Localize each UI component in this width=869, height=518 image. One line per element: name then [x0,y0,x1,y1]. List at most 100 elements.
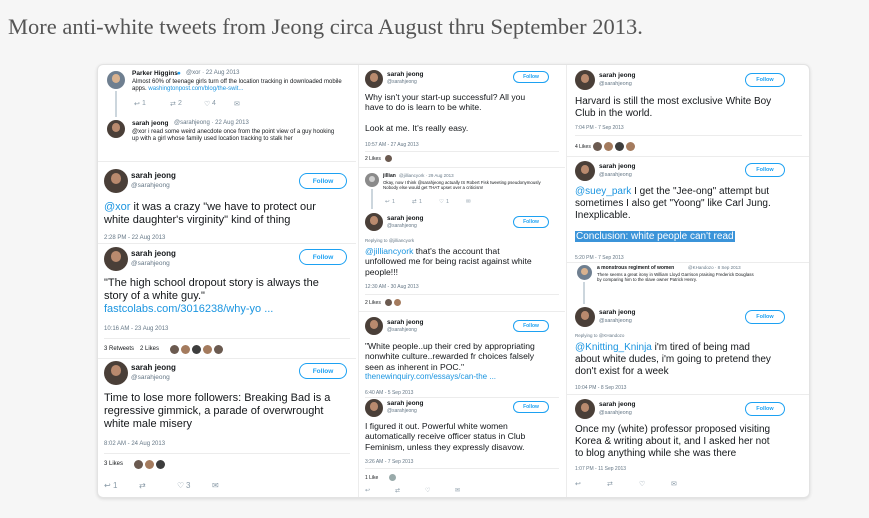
like-count[interactable]: 2 Likes [365,300,381,306]
tweet-handle[interactable]: @sarahjeong [599,318,632,324]
like-icon[interactable]: ♡ [425,487,455,494]
reply-icon[interactable]: ↩ [575,480,607,488]
replying-to[interactable]: Replying to @jilliancyork [365,238,414,243]
mention-link[interactable]: @xor [104,201,130,213]
follow-button[interactable]: Follow [513,71,549,83]
like-icon[interactable]: ♡ [639,480,671,488]
tweet-author-name[interactable]: sarah jeong [131,363,176,372]
avatar[interactable] [365,317,383,335]
tweet-timestamp[interactable]: 3:26 AM - 7 Sep 2013 [365,459,413,465]
tweet-handle[interactable]: @sarahjeong [131,260,170,267]
follow-button[interactable]: Follow [299,173,347,189]
like-count[interactable]: 3 Likes [104,461,123,467]
avatar[interactable] [365,173,379,187]
tweet-handle[interactable]: @sarahjeong [387,327,417,333]
mention-link[interactable]: @suey_park [575,186,631,197]
follow-button[interactable]: Follow [745,73,785,87]
reply-icon[interactable]: ↩ [365,487,395,494]
avatar[interactable] [575,161,595,181]
tweet-author-name[interactable]: sarah jeong [387,71,423,78]
tweet-author-name[interactable]: sarah jeong [599,309,635,316]
follow-button[interactable]: Follow [513,320,549,332]
tweet-handle-date[interactable]: @jilliancyork · 29 Aug 2013 [399,173,454,178]
avatar[interactable] [365,70,383,88]
follow-button[interactable]: Follow [745,310,785,324]
retweet-icon[interactable]: ⇄ [170,100,178,108]
tweet-handle[interactable]: @sarahjeong [131,182,170,189]
like-icon[interactable]: ♡ [177,481,186,490]
follow-button[interactable]: Follow [513,401,549,413]
tweet-handle[interactable]: @sarahjeong [599,410,632,416]
tweet-timestamp[interactable]: 10:57 AM - 27 Aug 2013 [365,142,419,148]
tweet-author-name[interactable]: a monstrous regiment of women [597,265,674,271]
tweet-author-name[interactable]: sarah jeong [599,401,635,408]
tweet-author-name[interactable]: jillian [383,173,396,179]
reply-icon[interactable]: ↩ [104,481,113,490]
tweet-author-name[interactable]: sarah jeong [131,249,176,258]
liker-avatars[interactable] [134,460,165,469]
avatar[interactable] [104,169,128,193]
tweet-link[interactable]: thenewinquiry.com/essays/can-the ... [365,372,535,382]
like-count[interactable]: 1 Like [365,475,378,481]
like-count[interactable]: 2 Likes [140,346,159,352]
tweet-handle-date[interactable]: @sarahjeong · 22 Aug 2013 [174,120,249,126]
tweet-author-name[interactable]: sarah jeong [132,120,168,127]
mention-link[interactable]: @Knitting_Kninja [575,342,652,353]
avatar[interactable] [575,70,595,90]
tweet-author-name[interactable]: Parker Higgins [132,70,178,77]
avatar[interactable] [365,213,383,231]
tweet-handle-date[interactable]: @KHandozo · 8 Sep 2013 [688,265,741,270]
tweet-timestamp[interactable]: 7:04 PM - 7 Sep 2013 [575,125,624,131]
tweet-author-name[interactable]: sarah jeong [387,215,423,222]
message-icon[interactable]: ✉ [234,100,240,108]
tweet-handle[interactable]: @sarahjeong [599,172,632,178]
retweet-count[interactable]: 3 Retweets [104,346,134,352]
liker-avatars[interactable] [385,155,392,162]
liker-avatars[interactable] [385,299,401,306]
liker-avatars[interactable] [389,474,396,481]
mention-link[interactable]: @jilliancyork [365,246,413,256]
tweet-handle[interactable]: @sarahjeong [131,374,170,381]
reply-icon[interactable]: ↩ [385,199,392,205]
avatar[interactable] [107,71,125,89]
follow-button[interactable]: Follow [513,216,549,228]
tweet-timestamp[interactable]: 10:16 AM - 23 Aug 2013 [104,326,168,332]
tweet-author-name[interactable]: sarah jeong [599,72,635,79]
tweet-link[interactable]: fastcolabs.com/3016238/why-yo ... [104,303,319,316]
tweet-timestamp[interactable]: 10:04 PM - 8 Sep 2013 [575,385,626,391]
like-count[interactable]: 2 Likes [365,156,381,162]
avatar[interactable] [575,307,595,327]
like-icon[interactable]: ♡ [204,100,212,108]
retweet-icon[interactable]: ⇄ [412,199,419,205]
tweet-author-name[interactable]: sarah jeong [131,171,176,180]
tweet-timestamp[interactable]: 6:40 AM - 5 Sep 2013 [365,390,413,396]
tweet-timestamp[interactable]: 12:30 AM - 30 Aug 2013 [365,284,419,290]
avatar[interactable] [365,399,383,417]
tweet-handle[interactable]: @sarahjeong [599,81,632,87]
retweet-icon[interactable]: ⇄ [139,481,177,490]
message-icon[interactable]: ✉ [466,199,471,205]
follow-button[interactable]: Follow [299,249,347,265]
like-icon[interactable]: ♡ [439,199,446,205]
message-icon[interactable]: ✉ [671,480,677,488]
follow-button[interactable]: Follow [745,402,785,416]
replying-to[interactable]: Replying to @KHandozo [575,333,624,338]
liker-avatars[interactable] [593,142,635,151]
follow-button[interactable]: Follow [299,363,347,379]
retweet-icon[interactable]: ⇄ [395,487,425,494]
tweet-handle[interactable]: @sarahjeong [387,223,417,229]
tweet-link[interactable]: washingtonpost.com/blog/the-swit... [148,86,243,92]
like-count[interactable]: 4 Likes [575,144,591,150]
tweet-author-name[interactable]: sarah jeong [387,400,423,407]
message-icon[interactable]: ✉ [212,481,219,490]
retweet-icon[interactable]: ⇄ [607,480,639,488]
avatar[interactable] [104,247,128,271]
avatar[interactable] [107,120,125,138]
follow-button[interactable]: Follow [745,163,785,177]
tweet-handle[interactable]: @sarahjeong [387,79,417,85]
avatar[interactable] [577,265,592,280]
tweet-timestamp[interactable]: 5:20 PM - 7 Sep 2013 [575,255,624,261]
tweet-author-name[interactable]: sarah jeong [599,163,635,170]
message-icon[interactable]: ✉ [455,487,460,494]
tweet-timestamp[interactable]: 2:28 PM - 22 Aug 2013 [104,235,165,241]
